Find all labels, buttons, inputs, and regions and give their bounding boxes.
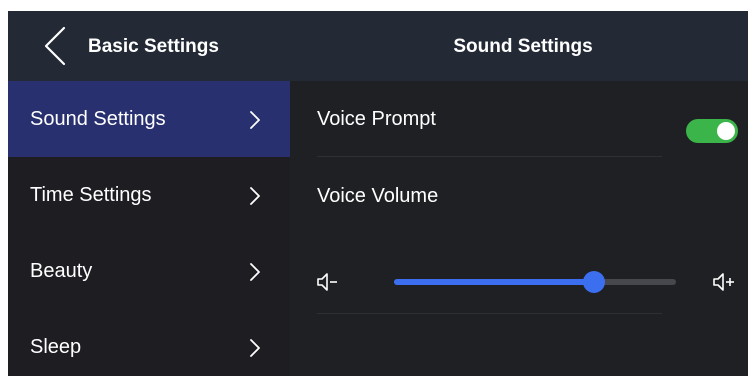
header-bar: Basic Settings Sound Settings	[8, 11, 748, 81]
chevron-right-icon	[248, 262, 262, 282]
chevron-right-icon	[248, 110, 262, 130]
back-label[interactable]: Basic Settings	[88, 36, 219, 58]
sidebar-item-label: Sleep	[30, 336, 82, 358]
back-button[interactable]	[38, 25, 72, 67]
volume-up-icon[interactable]	[712, 270, 736, 294]
sidebar-item-label: Time Settings	[30, 184, 152, 206]
divider	[317, 156, 662, 157]
sidebar-item-label: Sound Settings	[30, 108, 166, 130]
sidebar: Sound Settings Time Settings Beauty Slee…	[8, 81, 290, 376]
sidebar-item-label: Beauty	[30, 260, 93, 282]
settings-panel: Voice Prompt Voice Volume	[290, 81, 748, 376]
slider-fill	[394, 279, 595, 285]
sidebar-item-time-settings[interactable]: Time Settings	[8, 157, 290, 233]
sidebar-item-sound-settings[interactable]: Sound Settings	[8, 81, 290, 157]
sidebar-item-beauty[interactable]: Beauty	[8, 233, 290, 309]
toggle-knob	[717, 122, 735, 140]
divider	[317, 313, 662, 314]
volume-slider[interactable]	[394, 271, 676, 293]
voice-prompt-label: Voice Prompt	[317, 108, 436, 130]
device-screen: Basic Settings Sound Settings Sound Sett…	[8, 11, 748, 376]
chevron-right-icon	[248, 338, 262, 358]
voice-volume-label: Voice Volume	[317, 185, 439, 207]
chevron-right-icon	[248, 186, 262, 206]
voice-prompt-toggle[interactable]	[686, 119, 738, 143]
chevron-left-icon	[44, 26, 66, 66]
volume-down-icon[interactable]	[316, 270, 340, 294]
page-title: Sound Settings	[453, 36, 593, 57]
sidebar-item-sleep[interactable]: Sleep	[8, 309, 290, 376]
slider-thumb[interactable]	[583, 271, 606, 293]
